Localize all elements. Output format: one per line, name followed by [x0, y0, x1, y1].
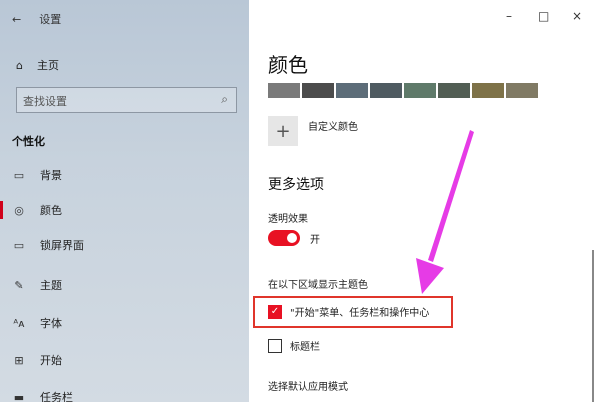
app-mode-label: 选择默认应用模式: [268, 382, 348, 393]
accent-surfaces-label: 在以下区域显示主题色: [268, 280, 368, 291]
transparency-toggle-row: 开: [268, 230, 320, 246]
taskbar-icon: ▬: [13, 390, 25, 402]
sidebar-item-start[interactable]: ⊞ 开始: [0, 349, 249, 371]
palette-icon: ◎: [14, 203, 24, 217]
sidebar-header: ← 设置: [12, 11, 61, 27]
home-icon: ⌂: [16, 58, 23, 72]
sidebar-item-label: 任务栏: [40, 391, 73, 402]
title-bar: – □ ×: [249, 0, 599, 34]
sidebar-item-taskbar[interactable]: ▬ 任务栏: [0, 386, 249, 402]
sidebar-item-background[interactable]: ▭ 背景: [0, 164, 249, 186]
back-arrow-icon[interactable]: ←: [12, 13, 21, 26]
sidebar-item-lock-screen[interactable]: ▭ 锁屏界面: [0, 234, 249, 256]
checkbox-unchecked-icon[interactable]: [268, 338, 282, 353]
app-title: 设置: [39, 13, 62, 26]
transparency-label: 透明效果: [268, 214, 308, 225]
sidebar-item-fonts[interactable]: ᴬᴀ 字体: [0, 312, 249, 334]
arrow-shaft: [428, 130, 474, 262]
image-icon: ▭: [13, 168, 25, 182]
custom-color-button[interactable]: + 自定义颜色: [268, 116, 358, 146]
search-placeholder: 查找设置: [23, 95, 67, 108]
section-title: 个性化: [12, 135, 45, 148]
sidebar-item-label: 字体: [40, 317, 62, 330]
title-bar-checkbox-row[interactable]: 标题栏: [268, 338, 320, 353]
lock-screen-icon: ▭: [13, 238, 25, 252]
more-options-heading: 更多选项: [268, 177, 324, 193]
color-swatches: [268, 83, 538, 98]
toggle-state: 开: [310, 234, 320, 246]
brush-icon: ✎: [14, 278, 24, 292]
sidebar-item-themes[interactable]: ✎ 主题: [0, 274, 249, 296]
plus-icon: +: [268, 116, 298, 146]
custom-color-label: 自定义颜色: [308, 122, 358, 133]
search-input[interactable]: 查找设置 ⌕: [16, 87, 237, 113]
color-swatch[interactable]: [404, 83, 436, 98]
minimize-button[interactable]: –: [506, 9, 512, 23]
arrow-head-icon: [416, 258, 444, 294]
start-icon: ⊞: [14, 353, 24, 367]
scrollbar[interactable]: [592, 250, 594, 402]
color-swatch[interactable]: [438, 83, 470, 98]
color-swatch[interactable]: [268, 83, 300, 98]
color-swatch[interactable]: [370, 83, 402, 98]
sidebar-item-label: 锁屏界面: [40, 239, 84, 252]
title-bar-label: 标题栏: [290, 342, 320, 353]
sidebar-item-colors[interactable]: ◎ 颜色: [0, 199, 249, 221]
color-swatch[interactable]: [472, 83, 504, 98]
maximize-button[interactable]: □: [538, 9, 549, 23]
sidebar-item-label: 主题: [40, 279, 62, 292]
page-title: 颜色: [268, 53, 308, 77]
transparency-toggle[interactable]: [268, 230, 300, 246]
toggle-knob: [287, 233, 297, 243]
search-icon: ⌕: [221, 92, 228, 106]
sidebar-item-label: 颜色: [40, 204, 62, 217]
highlight-box: [253, 296, 453, 328]
font-icon: ᴬᴀ: [13, 316, 25, 330]
color-swatch[interactable]: [336, 83, 368, 98]
sidebar-item-label: 开始: [40, 354, 62, 367]
sidebar-item-label: 背景: [40, 169, 62, 182]
close-button[interactable]: ×: [572, 9, 582, 23]
sidebar: ← 设置 ⌂ 主页 查找设置 ⌕ 个性化 ▭ 背景 ◎ 颜色 ▭ 锁屏界面 ✎ …: [0, 0, 249, 402]
color-swatch[interactable]: [506, 83, 538, 98]
sidebar-item-label: 主页: [36, 59, 59, 72]
sidebar-item-home[interactable]: ⌂ 主页: [16, 57, 59, 73]
color-swatch[interactable]: [302, 83, 334, 98]
